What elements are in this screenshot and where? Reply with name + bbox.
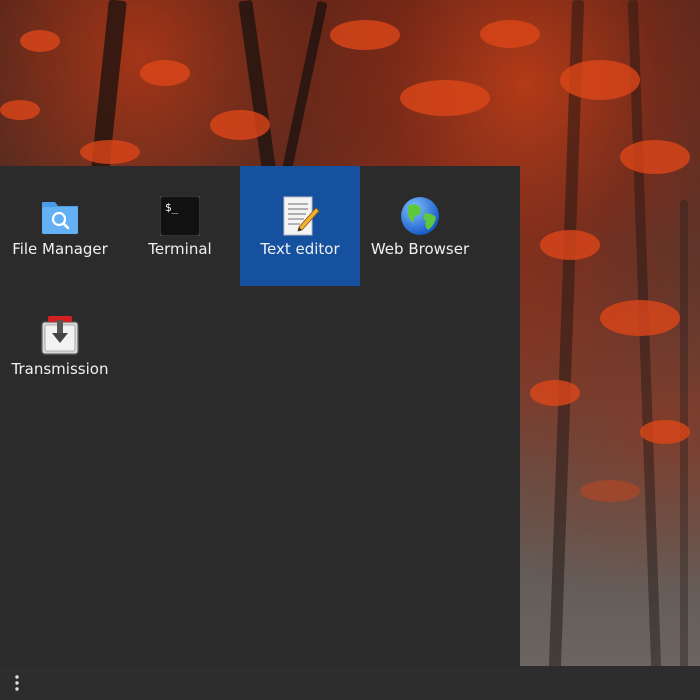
app-drawer: File Manager $_ Terminal Text editor Web… (0, 166, 520, 666)
svg-text:$_: $_ (165, 201, 179, 214)
transmission-icon (40, 316, 80, 356)
app-label: Text editor (260, 240, 340, 258)
taskbar (0, 666, 700, 700)
app-text-editor[interactable]: Text editor (240, 166, 360, 286)
app-terminal[interactable]: $_ Terminal (120, 166, 240, 286)
app-file-manager[interactable]: File Manager (0, 166, 120, 286)
app-label: Terminal (148, 240, 212, 258)
globe-icon (400, 196, 440, 236)
vertical-dots-icon[interactable] (10, 674, 24, 692)
app-label: Transmission (11, 360, 109, 378)
terminal-icon: $_ (159, 195, 201, 237)
app-web-browser[interactable]: Web Browser (360, 166, 480, 286)
desktop: File Manager $_ Terminal Text editor Web… (0, 0, 700, 700)
folder-search-icon (40, 196, 80, 236)
app-transmission[interactable]: Transmission (0, 286, 120, 406)
app-label: Web Browser (370, 240, 470, 258)
app-label: File Manager (12, 240, 108, 258)
text-editor-icon (280, 196, 320, 236)
